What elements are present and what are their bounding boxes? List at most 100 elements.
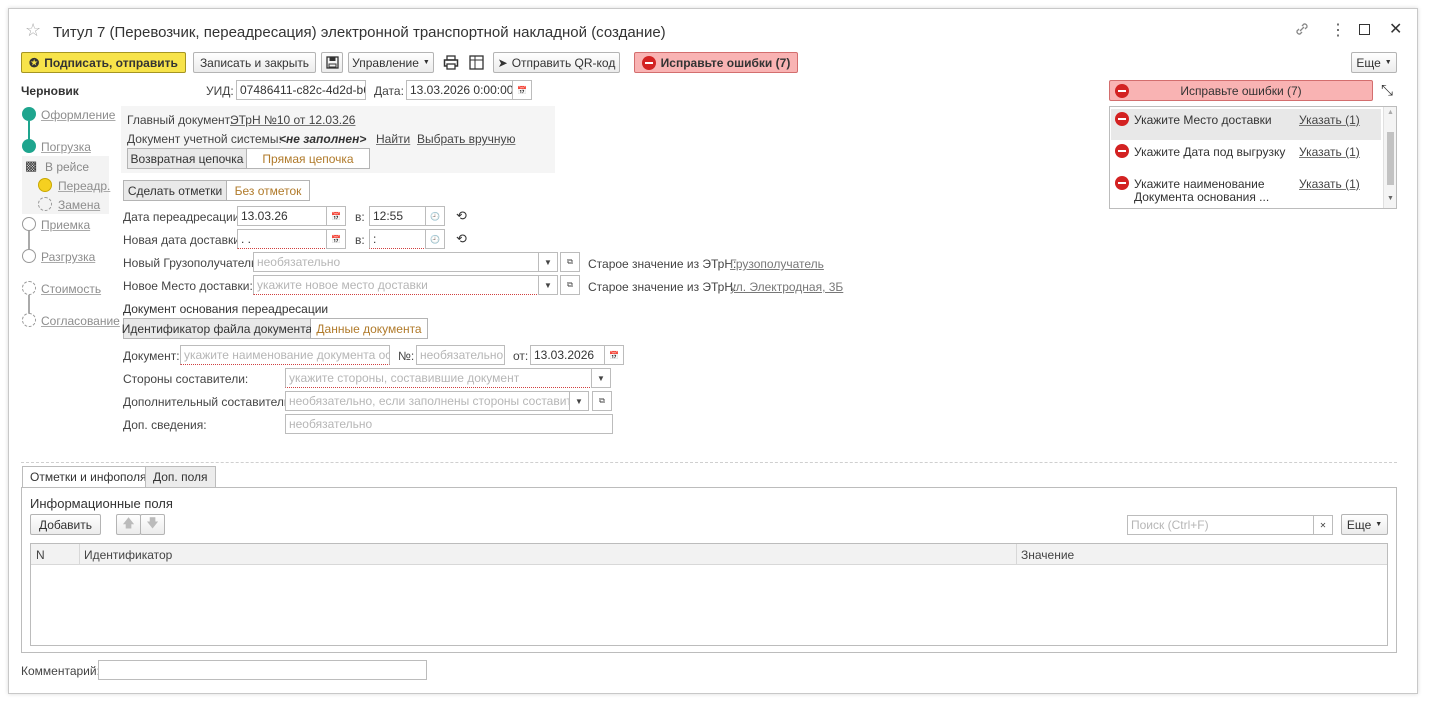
- errors-scrollbar[interactable]: ▲ ▼: [1383, 107, 1396, 208]
- date-field[interactable]: 13.03.2026 0:00:00: [406, 80, 514, 100]
- step-zamena[interactable]: Замена: [58, 198, 100, 212]
- basis-tab-id[interactable]: Идентификатор файла документа: [122, 319, 312, 338]
- step-pogruzka[interactable]: Погрузка: [41, 140, 91, 154]
- sign-send-button[interactable]: ✪ Подписать, отправить: [21, 52, 186, 73]
- no-marks-option[interactable]: Без отметок: [227, 181, 309, 200]
- chevron-down-icon[interactable]: ▼: [538, 252, 558, 272]
- move-down-icon[interactable]: 🡇: [140, 514, 165, 535]
- error-fix-link[interactable]: Указать (1): [1299, 177, 1360, 191]
- consignee-label: Новый Грузополучатель:: [123, 256, 261, 270]
- chevron-down-icon[interactable]: ▼: [538, 275, 558, 295]
- num-label: №:: [398, 349, 415, 363]
- redirect-date-field[interactable]: 13.03.26: [237, 206, 327, 226]
- uid-label: УИД:: [206, 84, 234, 98]
- step-current-icon: [38, 178, 52, 192]
- clock-icon[interactable]: 🕘: [425, 229, 445, 249]
- history-icon[interactable]: ⟲: [456, 208, 467, 224]
- step-soglasovanie[interactable]: Согласование: [41, 314, 120, 328]
- column-identifier[interactable]: Идентификатор: [84, 548, 172, 562]
- open-icon[interactable]: ⧉: [592, 391, 612, 411]
- redirect-time-field[interactable]: 12:55: [369, 206, 426, 226]
- error-text-2: Документа основания ...: [1134, 190, 1270, 204]
- errors-header-button[interactable]: Исправьте ошибки (7): [1109, 80, 1373, 101]
- make-marks-option[interactable]: Сделать отметки: [124, 181, 227, 200]
- print-icon[interactable]: [443, 55, 459, 74]
- old-place-link[interactable]: ул. Электродная, 3Б: [730, 280, 843, 294]
- extra-info-field[interactable]: необязательно: [285, 414, 613, 434]
- open-icon[interactable]: ⧉: [560, 252, 580, 272]
- chevron-down-icon[interactable]: ▼: [569, 391, 589, 411]
- error-fix-link[interactable]: Указать (1): [1299, 145, 1360, 159]
- maximize-icon[interactable]: [1359, 24, 1370, 35]
- doc-field[interactable]: укажите наименование документа осн: [180, 345, 390, 365]
- new-delivery-date-field[interactable]: . .: [237, 229, 327, 249]
- from-date-field[interactable]: 13.03.2026: [530, 345, 605, 365]
- calendar-icon[interactable]: 📅: [326, 229, 346, 249]
- error-icon: [1115, 112, 1129, 126]
- column-n[interactable]: N: [36, 548, 45, 562]
- more-button[interactable]: Еще ▼: [1351, 52, 1397, 73]
- scroll-down-icon[interactable]: ▼: [1387, 195, 1394, 202]
- step-razgruzka[interactable]: Разгрузка: [41, 250, 95, 264]
- main-doc-link[interactable]: ЭТрН №10 от 12.03.26: [230, 113, 355, 127]
- calendar-icon[interactable]: 📅: [604, 345, 624, 365]
- send-qr-button[interactable]: ➤ Отправить QR-код: [493, 52, 620, 73]
- tab-extra-fields[interactable]: Доп. поля: [145, 466, 216, 487]
- open-icon[interactable]: ⧉: [560, 275, 580, 295]
- new-delivery-time-field[interactable]: :: [369, 229, 426, 249]
- save-close-button[interactable]: Записать и закрыть: [193, 52, 316, 73]
- move-up-icon[interactable]: 🡅: [116, 514, 141, 535]
- more-vert-icon[interactable]: ⋮: [1330, 20, 1346, 40]
- basis-tab-data[interactable]: Данные документа: [311, 319, 427, 338]
- error-icon: [1115, 176, 1129, 190]
- step-pending-icon: [38, 197, 52, 211]
- chain-back-option[interactable]: Возвратная цепочка: [128, 149, 247, 168]
- tab-marks-info[interactable]: Отметки и инфополя: [22, 466, 155, 487]
- consignee-field[interactable]: необязательно: [253, 252, 539, 272]
- column-value[interactable]: Значение: [1021, 548, 1074, 562]
- parties-field[interactable]: укажите стороны, составившие документ: [285, 368, 592, 388]
- step-stoimost[interactable]: Стоимость: [41, 282, 101, 296]
- step-connector: [28, 295, 30, 313]
- calendar-icon[interactable]: 📅: [326, 206, 346, 226]
- fix-errors-button[interactable]: Исправьте ошибки (7): [634, 52, 798, 73]
- basis-title: Документ основания переадресации: [123, 302, 329, 316]
- chevron-down-icon: ▼: [422, 59, 430, 66]
- step-pending-icon: [22, 249, 36, 263]
- clock-icon[interactable]: 🕘: [425, 206, 445, 226]
- calendar-icon[interactable]: 📅: [512, 80, 532, 100]
- history-icon[interactable]: ⟲: [456, 231, 467, 247]
- step-pereadr[interactable]: Переадр.: [58, 179, 110, 193]
- scroll-up-icon[interactable]: ▲: [1387, 109, 1394, 116]
- favorite-star-icon[interactable]: ☆: [25, 20, 41, 41]
- divider: [21, 462, 1397, 463]
- old-consignee-link[interactable]: Грузополучатель: [730, 257, 824, 271]
- uid-field[interactable]: 07486411-c82c-4d2d-b69: [236, 80, 366, 100]
- step-oformlenie[interactable]: Оформление: [41, 108, 115, 122]
- table-more-button[interactable]: Еще ▼: [1341, 514, 1388, 535]
- num-field[interactable]: необязательно: [416, 345, 505, 365]
- link-icon[interactable]: [1294, 21, 1312, 39]
- clear-icon[interactable]: ✕: [1313, 515, 1333, 535]
- scroll-thumb[interactable]: [1387, 132, 1394, 185]
- extra-comp-field[interactable]: необязательно, если заполнены стороны со…: [285, 391, 570, 411]
- search-input[interactable]: Поиск (Ctrl+F): [1127, 515, 1314, 535]
- chevron-down-icon[interactable]: ▼: [591, 368, 611, 388]
- manage-dropdown[interactable]: Управление ▼: [348, 52, 434, 73]
- step-priemka[interactable]: Приемка: [41, 218, 90, 232]
- add-button[interactable]: Добавить: [30, 514, 101, 535]
- chain-direct-option[interactable]: Прямая цепочка: [247, 149, 369, 168]
- close-icon[interactable]: ✕: [1389, 19, 1402, 39]
- find-link[interactable]: Найти: [376, 132, 410, 146]
- comment-field[interactable]: [98, 660, 427, 680]
- collapse-icon[interactable]: ⤡: [1381, 82, 1393, 99]
- step-v-reise: В рейсе: [45, 160, 90, 174]
- choose-manual-link[interactable]: Выбрать вручную: [417, 132, 515, 146]
- error-text: Укажите наименование: [1134, 177, 1265, 191]
- save-icon[interactable]: [321, 52, 343, 73]
- place-field[interactable]: укажите новое место доставки: [253, 275, 539, 295]
- table-icon[interactable]: [469, 55, 484, 73]
- error-icon: [641, 55, 656, 70]
- error-fix-link[interactable]: Указать (1): [1299, 113, 1360, 127]
- qr-code-icon: ▩: [25, 158, 38, 173]
